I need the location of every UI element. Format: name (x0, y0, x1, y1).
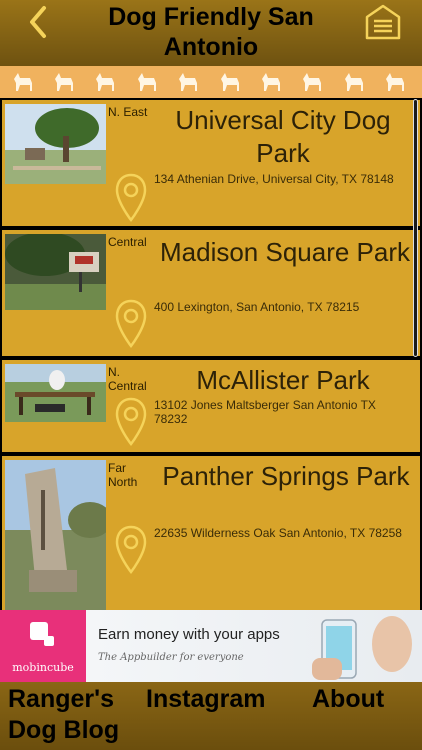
dog-icon (179, 73, 198, 91)
dog-icon (220, 73, 239, 91)
ad-banner[interactable]: mobincube Earn money with your apps The … (0, 610, 422, 682)
dog-icon (55, 73, 74, 91)
dog-icon (13, 73, 32, 91)
park-name: McAllister Park (196, 365, 370, 395)
top-bar: Dog Friendly San Antonio (0, 0, 422, 66)
list-item[interactable]: N. East Universal City Dog Park 134 Athe… (2, 100, 420, 226)
ad-subline: The Appbuilder for everyone (98, 652, 244, 663)
park-address: 400 Lexington, San Antonio, TX 78215 (154, 300, 360, 314)
dog-icon (96, 73, 115, 91)
dog-icon (137, 73, 156, 91)
park-name: Madison Square Park (159, 237, 411, 267)
dog-icon (303, 73, 322, 91)
park-region: Central (108, 235, 147, 249)
page-title: Dog Friendly San Antonio (108, 3, 314, 61)
park-photo (5, 104, 106, 184)
ad-content[interactable]: Earn money with your apps The Appbuilder… (86, 610, 422, 682)
mobincube-logo-icon (30, 622, 54, 646)
park-address: 134 Athenian Drive, Universal City, TX 7… (154, 172, 394, 186)
list-item[interactable]: N. Central McAllister Park 13102 Jones M… (2, 360, 420, 452)
home-menu-icon (365, 4, 401, 40)
nav-link-instagram[interactable]: Instagram (146, 684, 265, 715)
phone-hand-image (312, 616, 412, 680)
park-name: Panther Springs Park (162, 461, 410, 491)
park-photo (5, 234, 106, 310)
ad-headline: Earn money with your apps (98, 626, 280, 643)
chevron-left-icon (30, 6, 46, 38)
back-button[interactable] (22, 4, 58, 40)
decorative-dog-strip (0, 66, 422, 98)
location-pin-icon[interactable] (114, 524, 148, 576)
nav-link-about[interactable]: About (312, 684, 384, 715)
dog-icon (344, 73, 363, 91)
park-region: N. Central (108, 365, 147, 393)
park-photo (5, 364, 106, 422)
park-name: Universal City Dog Park (175, 105, 391, 168)
scrollbar[interactable] (413, 99, 418, 357)
list-item[interactable]: Central Madison Square Park 400 Lexingto… (2, 230, 420, 356)
location-pin-icon[interactable] (114, 298, 148, 350)
ad-brand-name: mobincube (12, 661, 74, 674)
dog-icon (386, 73, 405, 91)
list-item[interactable]: Far North Panther Springs Park 22635 Wil… (2, 456, 420, 610)
location-pin-icon[interactable] (114, 396, 148, 448)
location-pin-icon[interactable] (114, 172, 148, 224)
footer-nav: Ranger's Dog Blog Instagram About (0, 682, 422, 750)
park-list[interactable]: N. East Universal City Dog Park 134 Athe… (0, 98, 422, 610)
ad-brand-logo[interactable]: mobincube (0, 610, 86, 682)
park-address: 22635 Wilderness Oak San Antonio, TX 782… (154, 526, 402, 540)
park-region: Far North (108, 461, 138, 489)
dog-icon (262, 73, 281, 91)
park-address: 13102 Jones Maltsberger San Antonio TX 7… (154, 398, 376, 426)
menu-button[interactable] (364, 3, 402, 41)
park-photo (5, 460, 106, 610)
nav-link-dog-blog[interactable]: Ranger's Dog Blog (8, 684, 148, 746)
park-region: N. East (108, 105, 148, 119)
